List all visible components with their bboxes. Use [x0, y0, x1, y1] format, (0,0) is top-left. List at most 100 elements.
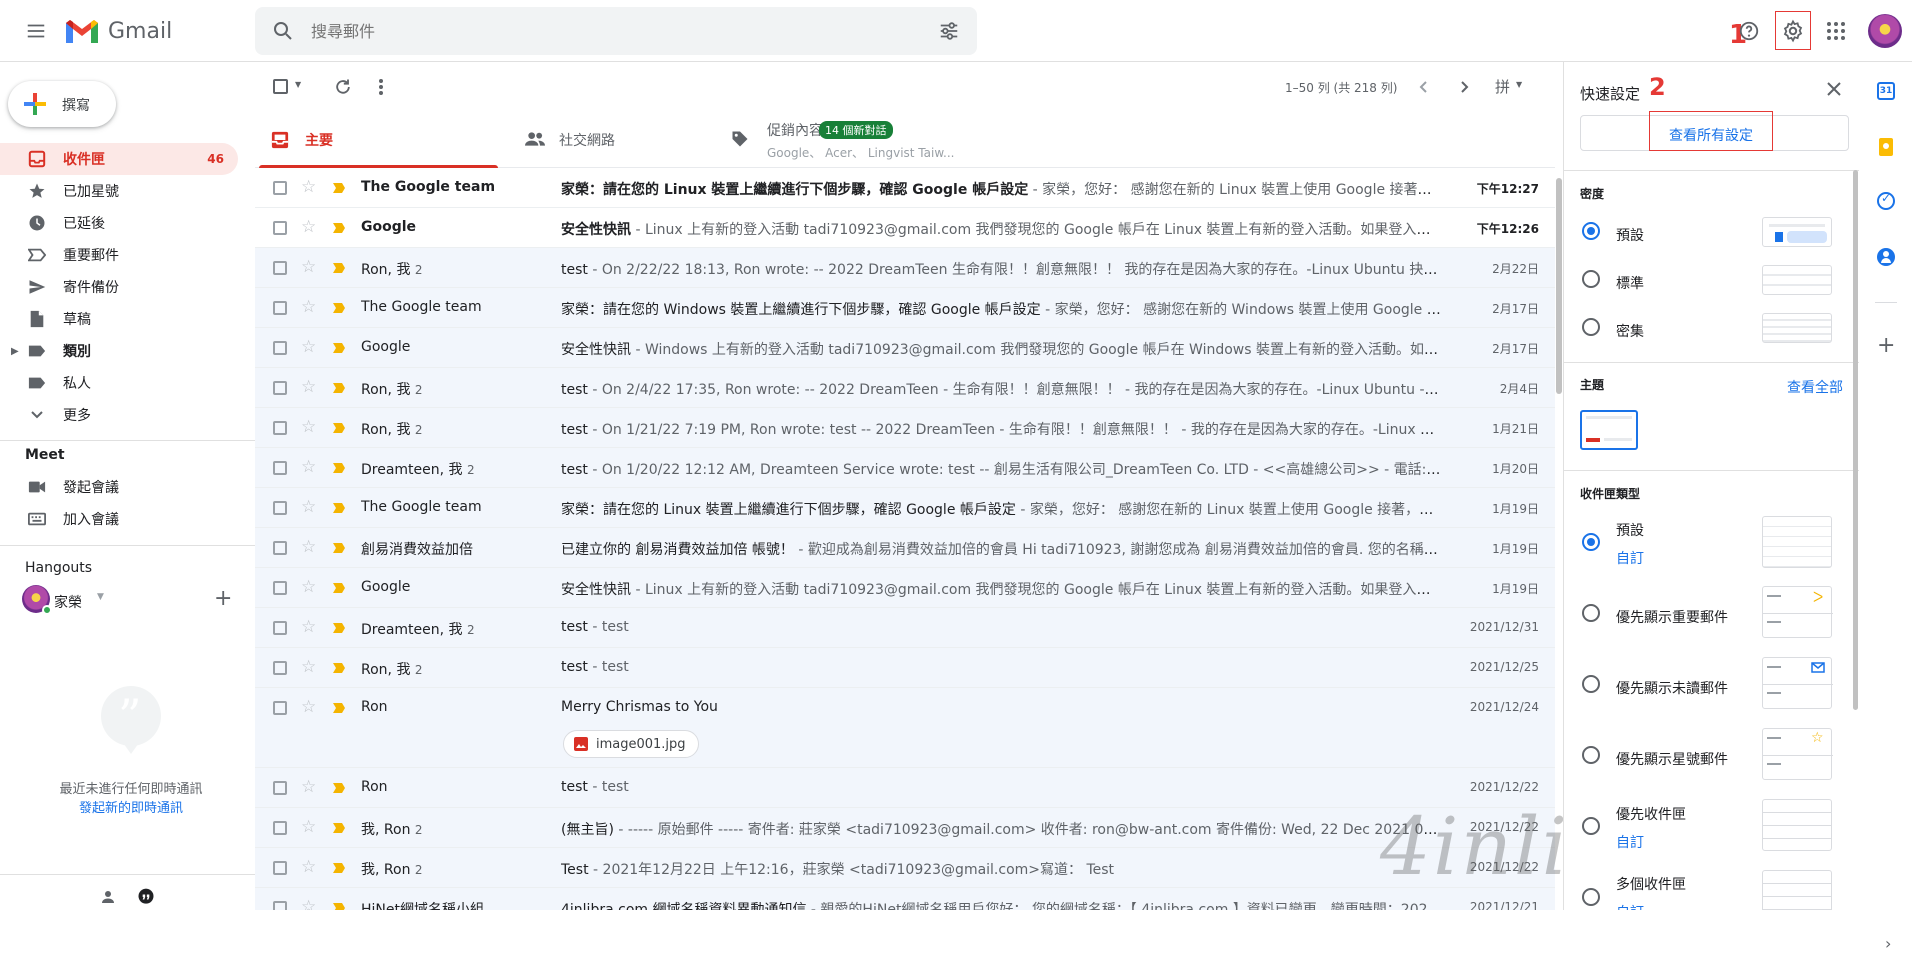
important-marker-icon[interactable] [332, 462, 346, 474]
inbox-type-radio-priority[interactable] [1582, 817, 1600, 835]
compose-button[interactable]: 撰寫 [8, 81, 116, 127]
star-outline-icon[interactable]: ☆ [301, 778, 316, 796]
theme-view-all-link[interactable]: 查看全部 [1787, 377, 1843, 397]
contacts-person-icon[interactable] [99, 888, 117, 906]
important-marker-icon[interactable] [332, 542, 346, 554]
hide-panel-chevron-icon[interactable]: › [1885, 934, 1891, 953]
inbox-starred-first-thumbnail[interactable]: ☆ [1762, 728, 1833, 780]
inbox-unread-first-thumbnail[interactable] [1762, 657, 1833, 709]
star-outline-icon[interactable]: ☆ [301, 218, 316, 236]
row-checkbox[interactable] [273, 701, 287, 715]
row-checkbox[interactable] [273, 381, 287, 395]
email-row[interactable]: ☆ The Google team 家榮：請在您的 Linux 裝置上繼續進行下個步… [255, 168, 1555, 208]
hangouts-chat-icon[interactable] [136, 887, 156, 907]
star-outline-icon[interactable]: ☆ [301, 498, 316, 516]
star-outline-icon[interactable]: ☆ [301, 378, 316, 396]
star-outline-icon[interactable]: ☆ [301, 178, 316, 196]
star-outline-icon[interactable]: ☆ [301, 858, 316, 876]
row-checkbox[interactable] [273, 501, 287, 515]
important-marker-icon[interactable] [332, 262, 346, 274]
row-checkbox[interactable] [273, 421, 287, 435]
email-row[interactable]: ☆ Ron, 我 2 test - On 2/4/22 17:35, Ron wro… [255, 368, 1555, 408]
inbox-type-radio-important-first[interactable] [1582, 604, 1600, 622]
sidebar-item-sent[interactable]: 寄件備份 [0, 271, 238, 303]
important-marker-icon[interactable] [332, 902, 346, 910]
email-list-scrollbar[interactable] [1555, 112, 1563, 910]
email-row[interactable]: ☆ Google 安全性快訊 - Windows 上有新的登入活動 tadi7109… [255, 328, 1555, 368]
row-checkbox[interactable] [273, 181, 287, 195]
star-outline-icon[interactable]: ☆ [301, 818, 316, 836]
meet-new-meeting[interactable]: 發起會議 [0, 471, 238, 503]
email-row[interactable]: ☆ The Google team 家榮：請在您的 Linux 裝置上繼續進行下個步… [255, 488, 1555, 528]
support-button[interactable] [1729, 11, 1769, 51]
inbox-default-thumbnail[interactable] [1762, 516, 1832, 568]
star-outline-icon[interactable]: ☆ [301, 258, 316, 276]
important-marker-icon[interactable] [332, 222, 346, 234]
row-checkbox[interactable] [273, 861, 287, 875]
important-marker-icon[interactable] [332, 822, 346, 834]
important-marker-icon[interactable] [332, 502, 346, 514]
star-outline-icon[interactable]: ☆ [301, 458, 316, 476]
google-apps-button[interactable] [1816, 11, 1856, 51]
important-marker-icon[interactable] [332, 342, 346, 354]
inbox-type-customize-link[interactable]: 自訂 [1616, 832, 1644, 852]
row-checkbox[interactable] [273, 301, 287, 315]
sidebar-item-more[interactable]: 更多 [0, 399, 238, 431]
select-all-checkbox[interactable] [273, 79, 288, 94]
star-outline-icon[interactable]: ☆ [301, 418, 316, 436]
star-outline-icon[interactable]: ☆ [301, 338, 316, 356]
hangouts-status-dropdown-icon[interactable]: ▼ [97, 592, 104, 602]
inbox-type-customize-link[interactable]: 自訂 [1616, 548, 1644, 568]
email-row[interactable]: ☆ HiNet網域名稱小組 4inlibra.com 網域名稱資料異動通知信 - 親… [255, 888, 1555, 910]
meet-join-meeting[interactable]: 加入會議 [0, 503, 238, 535]
star-outline-icon[interactable]: ☆ [301, 618, 316, 636]
row-checkbox[interactable] [273, 781, 287, 795]
tab-promotions[interactable]: 促銷內容 14 個新對話 Google、 Acer、 Lingvist Taiw… [711, 112, 991, 168]
sidebar-item-starred[interactable]: 已加星號 [0, 175, 238, 207]
email-row[interactable]: ☆ Ron, 我 2 test - test 2021/12/25 [255, 648, 1555, 688]
sidebar-item-snoozed[interactable]: 已延後 [0, 207, 238, 239]
email-row[interactable]: ☆ Ron, 我 2 test - On 1/21/22 7:19 PM, Ron … [255, 408, 1555, 448]
important-marker-icon[interactable] [332, 782, 346, 794]
search-bar[interactable] [255, 7, 977, 55]
row-checkbox[interactable] [273, 461, 287, 475]
add-addon-icon[interactable]: + [1877, 333, 1895, 358]
row-checkbox[interactable] [273, 821, 287, 835]
row-checkbox[interactable] [273, 541, 287, 555]
refresh-icon[interactable] [333, 77, 353, 97]
inbox-type-customize-link[interactable]: 自訂 [1616, 902, 1644, 910]
star-outline-icon[interactable]: ☆ [301, 298, 316, 316]
search-input[interactable] [311, 19, 871, 43]
scrollbar-thumb[interactable] [1556, 178, 1562, 394]
tab-social[interactable]: 社交網路 [498, 112, 711, 168]
row-checkbox[interactable] [273, 261, 287, 275]
qs-scrollbar-thumb[interactable] [1853, 170, 1858, 710]
density-radio-comfortable[interactable] [1582, 270, 1600, 288]
close-icon[interactable] [1826, 81, 1842, 97]
sidebar-item-categories[interactable]: ▶ 類別 [0, 335, 238, 367]
row-checkbox[interactable] [273, 621, 287, 635]
important-marker-icon[interactable] [332, 862, 346, 874]
density-comfortable-thumbnail[interactable] [1762, 265, 1832, 295]
density-radio-compact[interactable] [1582, 318, 1600, 336]
main-menu-button[interactable] [14, 9, 58, 53]
account-avatar[interactable] [1868, 14, 1902, 48]
sidebar-item-private[interactable]: 私人 [0, 367, 238, 399]
hangouts-user-name[interactable]: 家榮 [54, 592, 82, 612]
row-checkbox[interactable] [273, 341, 287, 355]
attachment-chip[interactable]: image001.jpg [563, 730, 699, 758]
tasks-icon[interactable]: ✓ [1877, 191, 1895, 210]
star-outline-icon[interactable]: ☆ [301, 538, 316, 556]
input-tool-dropdown-icon[interactable]: ▼ [1516, 80, 1522, 89]
inbox-multiple-thumbnail[interactable] [1762, 870, 1832, 910]
search-icon[interactable] [271, 19, 295, 43]
hangouts-start-chat-link[interactable]: 發起新的即時通訊 [0, 797, 262, 816]
important-marker-icon[interactable] [332, 662, 346, 674]
add-chat-icon[interactable]: + [214, 586, 232, 611]
email-row[interactable]: ☆ Dreamteen, 我 2 test - test 2021/12/31 [255, 608, 1555, 648]
important-marker-icon[interactable] [332, 302, 346, 314]
inbox-type-radio-starred-first[interactable] [1582, 746, 1600, 764]
select-dropdown-icon[interactable]: ▼ [295, 80, 301, 89]
calendar-icon[interactable]: 31 [1877, 82, 1895, 100]
density-default-thumbnail[interactable] [1762, 217, 1832, 247]
